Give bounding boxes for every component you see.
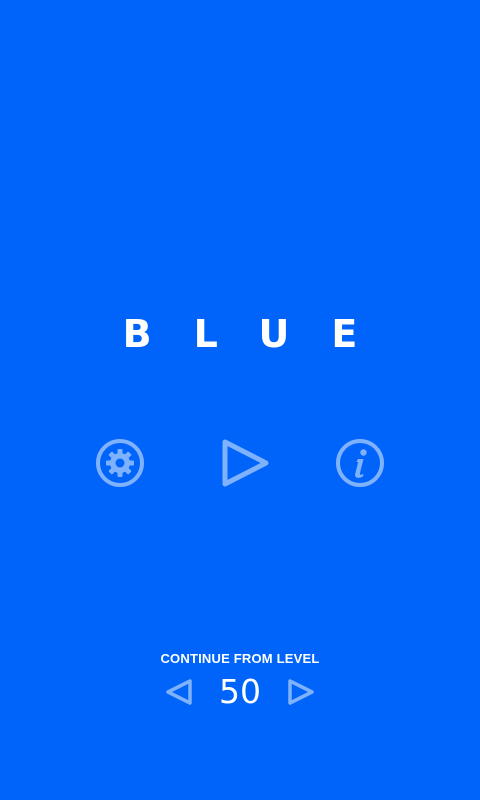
level-selector: 50 — [0, 668, 480, 714]
settings-button[interactable] — [92, 435, 148, 491]
continue-label: CONTINUE FROM LEVEL — [160, 651, 320, 666]
info-icon — [336, 439, 384, 487]
play-button[interactable] — [216, 435, 272, 491]
gear-icon — [96, 439, 144, 487]
play-icon — [222, 439, 269, 487]
info-button[interactable] — [332, 435, 388, 491]
level-number: 50 — [219, 672, 261, 711]
next-level-button[interactable] — [285, 676, 317, 708]
game-title: BLUE — [122, 312, 400, 356]
right-triangle-icon — [288, 679, 314, 705]
